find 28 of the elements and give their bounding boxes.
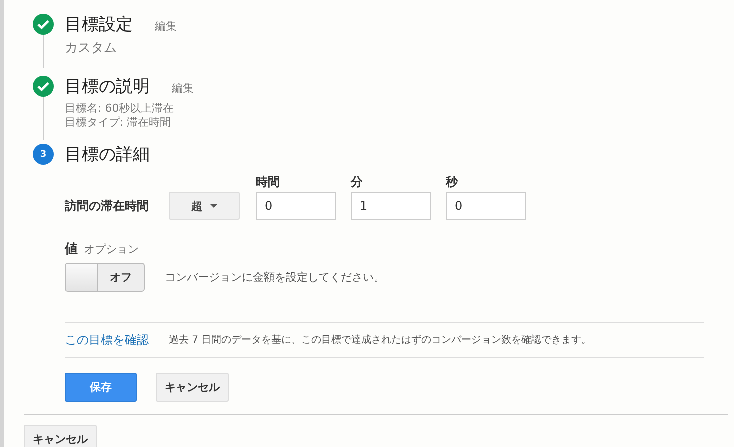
verify-description: 過去 7 日間のデータを基に、この目標で達成されたはずのコンバージョン数を確認できます。 (169, 334, 592, 347)
time-input[interactable]: 0 (256, 192, 336, 220)
edit-link[interactable]: 編集 (155, 19, 177, 34)
value-description: コンバージョンに金額を設定してください。 (165, 270, 385, 285)
step-detail: 目標タイプ: 滞在時間 (65, 116, 172, 130)
verify-link[interactable]: この目標を確認 (65, 332, 149, 348)
time-input[interactable]: 0 (446, 192, 526, 220)
field-label: 分 (351, 174, 364, 191)
field-label: 秒 (446, 174, 460, 191)
check-icon (33, 76, 54, 97)
operator-dropdown[interactable]: 超 (169, 192, 240, 220)
step-title: 目標の詳細 (65, 144, 150, 166)
step-number: 3 (33, 144, 54, 165)
optional-hint: オプション (84, 242, 139, 257)
cancel-button[interactable]: キャンセル (156, 373, 229, 402)
caret-icon (210, 204, 218, 208)
step-detail: カスタム (65, 40, 118, 58)
edit-link[interactable]: 編集 (172, 81, 194, 96)
check-icon (33, 14, 54, 35)
toggle-switch[interactable]: オフ (65, 263, 145, 292)
step-detail: 目標名: 60秒以上滞在 (65, 102, 176, 116)
step-title: 目標の説明 (65, 76, 150, 98)
field-label: 訪問の滞在時間 (65, 198, 149, 215)
cancel-button[interactable]: キャンセル (24, 425, 97, 447)
field-label: 時間 (256, 174, 281, 191)
time-input[interactable]: 1 (351, 192, 431, 220)
value-label: 値 (65, 241, 78, 258)
step-title: 目標設定 (65, 14, 133, 36)
